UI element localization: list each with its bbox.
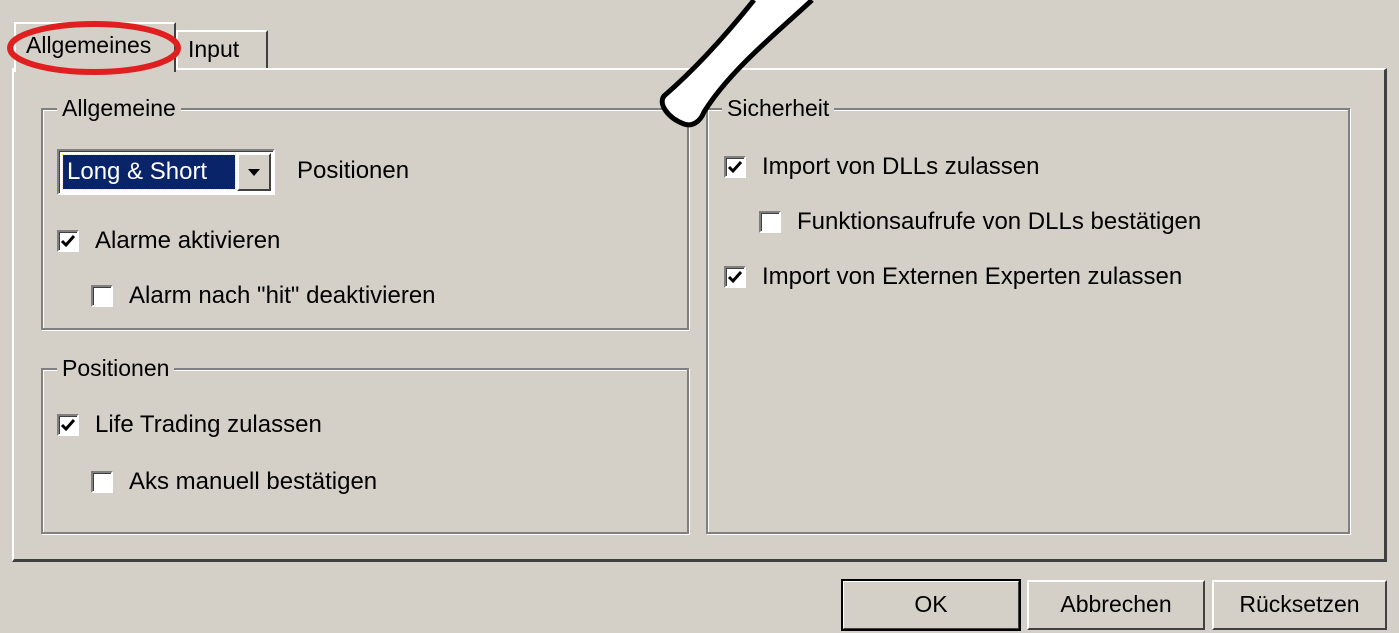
tab-input[interactable]: Input — [176, 30, 268, 68]
manual-confirm-label: Aks manuell bestätigen — [129, 468, 378, 495]
combo-label: Positionen — [297, 157, 410, 184]
import-dlls-label: Import von DLLs zulassen — [762, 153, 1040, 180]
tab-allgemeines-label: Allgemeines — [26, 32, 152, 58]
chevron-down-icon — [248, 168, 260, 176]
confirm-dll-calls-checkbox[interactable]: Funktionsaufrufe von DLLs bestätigen — [759, 208, 1201, 236]
combo-dropdown-button[interactable] — [237, 153, 271, 191]
group-positionen-title: Positionen — [57, 352, 175, 384]
alarms-enable-box[interactable] — [57, 230, 79, 252]
reset-button[interactable]: Rücksetzen — [1212, 580, 1387, 630]
life-trading-label: Life Trading zulassen — [95, 411, 322, 438]
combo-selected-value: Long & Short — [62, 154, 236, 190]
import-experts-label: Import von Externen Experten zulassen — [762, 263, 1183, 290]
cancel-button[interactable]: Abbrechen — [1027, 580, 1205, 630]
alarm-disable-after-hit-label: Alarm nach "hit" deaktivieren — [129, 282, 436, 309]
tab-input-label: Input — [188, 36, 240, 62]
checkmark-icon — [727, 271, 743, 284]
life-trading-box[interactable] — [57, 414, 79, 436]
alarms-enable-label: Alarme aktivieren — [95, 227, 281, 254]
group-positionen: Positionen — [41, 352, 689, 534]
alarm-disable-after-hit-box[interactable] — [91, 285, 113, 307]
checkmark-icon — [60, 419, 76, 432]
checkmark-icon — [60, 235, 76, 248]
import-dlls-box[interactable] — [724, 156, 746, 178]
life-trading-checkbox[interactable]: Life Trading zulassen — [57, 411, 322, 439]
import-experts-box[interactable] — [724, 266, 746, 288]
group-sicherheit-title: Sicherheit — [722, 92, 835, 124]
import-experts-checkbox[interactable]: Import von Externen Experten zulassen — [724, 263, 1182, 291]
group-allgemeine-title: Allgemeine — [57, 92, 181, 124]
tab-allgemeines[interactable]: Allgemeines — [14, 22, 176, 72]
alarm-disable-after-hit-checkbox[interactable]: Alarm nach "hit" deaktivieren — [91, 282, 436, 310]
position-type-combo[interactable]: Long & Short — [57, 149, 275, 195]
confirm-dll-calls-box[interactable] — [759, 211, 781, 233]
alarms-enable-checkbox[interactable]: Alarme aktivieren — [57, 227, 280, 255]
ok-button[interactable]: OK — [841, 579, 1021, 631]
manual-confirm-checkbox[interactable]: Aks manuell bestätigen — [91, 468, 377, 496]
confirm-dll-calls-label: Funktionsaufrufe von DLLs bestätigen — [797, 208, 1202, 235]
import-dlls-checkbox[interactable]: Import von DLLs zulassen — [724, 153, 1039, 181]
manual-confirm-box[interactable] — [91, 471, 113, 493]
checkmark-icon — [727, 161, 743, 174]
